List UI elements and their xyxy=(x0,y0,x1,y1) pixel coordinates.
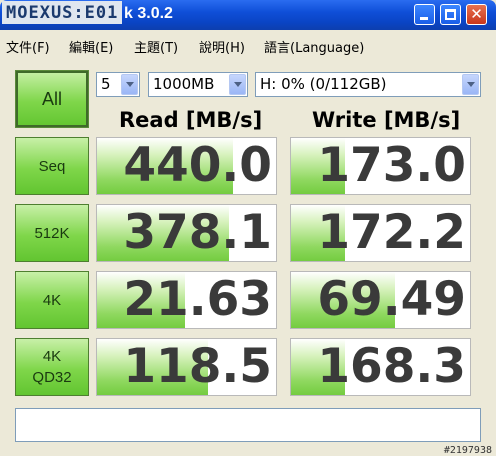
watermark: #2197938 xyxy=(443,445,492,456)
seq-write-value: 173.0 xyxy=(317,138,466,193)
close-button[interactable]: ✕ xyxy=(466,4,487,25)
4k-read-result: 21.63 xyxy=(96,271,277,329)
title-bar[interactable]: MOEXUS:E01 k 3.0.2 ✕ xyxy=(0,0,496,30)
write-column-header: Write [MB/s] xyxy=(312,108,461,132)
chevron-down-icon[interactable] xyxy=(229,74,246,95)
512k-write-value: 172.2 xyxy=(317,205,466,260)
seq-read-value: 440.0 xyxy=(123,138,272,193)
seq-write-result: 173.0 xyxy=(290,137,471,195)
test-count-select[interactable]: 5 xyxy=(96,72,140,97)
4k-qd32-write-result: 168.3 xyxy=(290,338,471,396)
menu-file[interactable]: 文件(F) xyxy=(6,37,50,56)
comment-input[interactable] xyxy=(15,408,481,442)
test-size-value: 1000MB xyxy=(153,75,215,93)
menu-edit[interactable]: 編輯(E) xyxy=(69,37,113,56)
maximize-button[interactable] xyxy=(440,4,461,25)
seq-test-button[interactable]: Seq xyxy=(15,137,89,195)
4k-qd32-read-value: 118.5 xyxy=(123,339,272,394)
chevron-down-icon[interactable] xyxy=(462,74,479,95)
maximize-icon xyxy=(445,9,456,20)
menu-theme[interactable]: 主題(T) xyxy=(134,37,178,56)
4k-qd32-test-button[interactable]: 4K QD32 xyxy=(15,338,89,396)
row-label-line1: 4K xyxy=(42,291,62,309)
512k-write-result: 172.2 xyxy=(290,204,471,262)
4k-qd32-write-value: 168.3 xyxy=(317,339,466,394)
test-count-value: 5 xyxy=(101,75,111,93)
4k-read-value: 21.63 xyxy=(123,272,272,327)
drive-value: H: 0% (0/112GB) xyxy=(260,75,387,93)
run-all-button[interactable]: All xyxy=(15,70,89,128)
seq-read-result: 440.0 xyxy=(96,137,277,195)
minimize-icon xyxy=(420,17,428,20)
menu-language[interactable]: 語言(Language) xyxy=(264,37,364,56)
run-all-label: All xyxy=(41,88,62,109)
drive-select[interactable]: H: 0% (0/112GB) xyxy=(255,72,481,97)
4k-test-button[interactable]: 4K xyxy=(15,271,89,329)
close-icon: ✕ xyxy=(470,5,483,23)
minimize-button[interactable] xyxy=(414,4,435,25)
4k-write-result: 69.49 xyxy=(290,271,471,329)
row-label-line2: QD32 xyxy=(32,369,72,386)
4k-write-value: 69.49 xyxy=(317,272,466,327)
row-label-line1: Seq xyxy=(38,157,66,175)
row-label-line1: 4K xyxy=(42,348,62,365)
test-size-select[interactable]: 1000MB xyxy=(148,72,248,97)
512k-read-value: 378.1 xyxy=(123,205,272,260)
512k-test-button[interactable]: 512K xyxy=(15,204,89,262)
menu-bar: 文件(F) 編輯(E) 主題(T) 說明(H) 語言(Language) xyxy=(0,30,496,58)
read-column-header: Read [MB/s] xyxy=(119,108,263,132)
row-label-line1: 512K xyxy=(34,224,70,242)
app-logo: MOEXUS:E01 xyxy=(2,1,123,24)
chevron-down-icon[interactable] xyxy=(121,74,138,95)
4k-qd32-read-result: 118.5 xyxy=(96,338,277,396)
menu-help[interactable]: 說明(H) xyxy=(199,37,245,56)
window-title: k 3.0.2 xyxy=(124,5,173,22)
512k-read-result: 378.1 xyxy=(96,204,277,262)
